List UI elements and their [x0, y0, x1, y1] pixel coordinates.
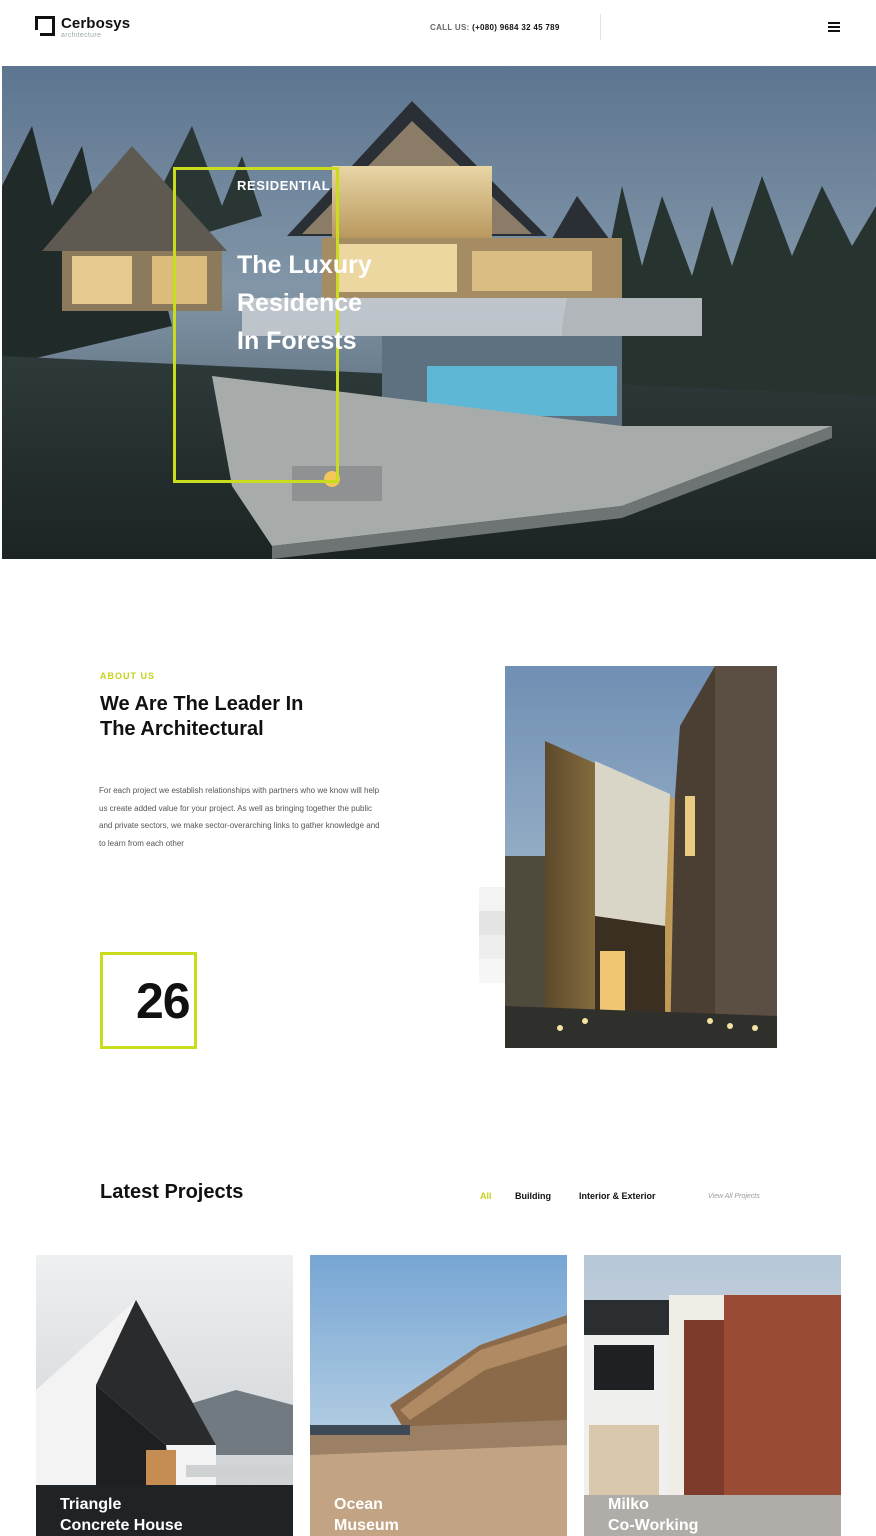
site-header: Cerbosys architecture CALL US: (+080) 96…	[0, 0, 876, 66]
hero-title-line: Residence	[237, 289, 363, 317]
hero-category[interactable]: RESIDENTIAL	[237, 178, 330, 193]
counter-number: 26	[136, 973, 191, 1029]
logo-name: Cerbosys	[61, 15, 131, 32]
about-body-line: For each project we establish relationsh…	[99, 786, 380, 795]
menu-icon[interactable]	[828, 22, 840, 32]
decor-square	[479, 935, 505, 959]
project-title-line: Co-Working	[608, 1517, 699, 1534]
logo-mark-icon	[35, 16, 55, 36]
about-body-line: to learn from each other	[99, 838, 184, 848]
call-us-label: CALL US:	[430, 23, 470, 32]
about-body-line: and private sectors, we make sector-over…	[99, 821, 380, 831]
project-title-line: Milko	[608, 1496, 649, 1513]
about-title-line: The Architectural	[100, 718, 264, 740]
logo-tagline: architecture	[61, 32, 102, 39]
project-title-line: Ocean	[334, 1496, 383, 1513]
filter-building[interactable]: Building	[515, 1191, 551, 1201]
hero-house-illustration	[2, 66, 876, 559]
hero-banner: RESIDENTIAL The Luxury Residence In Fore…	[2, 66, 876, 559]
project-title-line: Triangle	[60, 1496, 122, 1513]
project-title-line: Museum	[334, 1517, 399, 1534]
logo[interactable]: Cerbosys architecture	[35, 16, 130, 39]
project-card-title: Milko Co-Working	[608, 1494, 808, 1536]
about-body-line: us create added value for your project. …	[99, 803, 373, 813]
about-kicker: ABOUT US	[100, 671, 155, 681]
project-card-title: Triangle Concrete House	[60, 1494, 260, 1536]
hero-title-line: In Forests	[237, 327, 357, 355]
about-title: We Are The Leader In The Architectural	[100, 692, 360, 742]
project-card[interactable]: Milko Co-Working	[584, 1255, 841, 1536]
header-divider	[600, 14, 601, 40]
project-card[interactable]: Triangle Concrete House	[36, 1255, 293, 1536]
decor-square	[479, 959, 505, 983]
about-title-line: We Are The Leader In	[100, 693, 304, 715]
hero-title-line: The Luxury	[237, 251, 372, 279]
view-all-projects-link[interactable]: View All Projects	[708, 1193, 760, 1200]
filter-all[interactable]: All	[480, 1191, 492, 1201]
about-body: For each project we establish relationsh…	[99, 782, 424, 852]
project-title-line: Concrete House	[60, 1517, 183, 1534]
about-building-image	[505, 666, 777, 1048]
hero-title[interactable]: The Luxury Residence In Forests	[237, 246, 437, 360]
project-card-title: Ocean Museum	[334, 1494, 534, 1536]
projects-title: Latest Projects	[100, 1181, 244, 1203]
project-card[interactable]: Ocean Museum	[310, 1255, 567, 1536]
call-us: CALL US: (+080) 9684 32 45 789	[430, 23, 560, 32]
decor-square	[479, 911, 505, 935]
phone-number[interactable]: (+080) 9684 32 45 789	[472, 23, 559, 32]
filter-interior-exterior[interactable]: Interior & Exterior	[579, 1191, 656, 1201]
decor-square	[479, 887, 505, 911]
